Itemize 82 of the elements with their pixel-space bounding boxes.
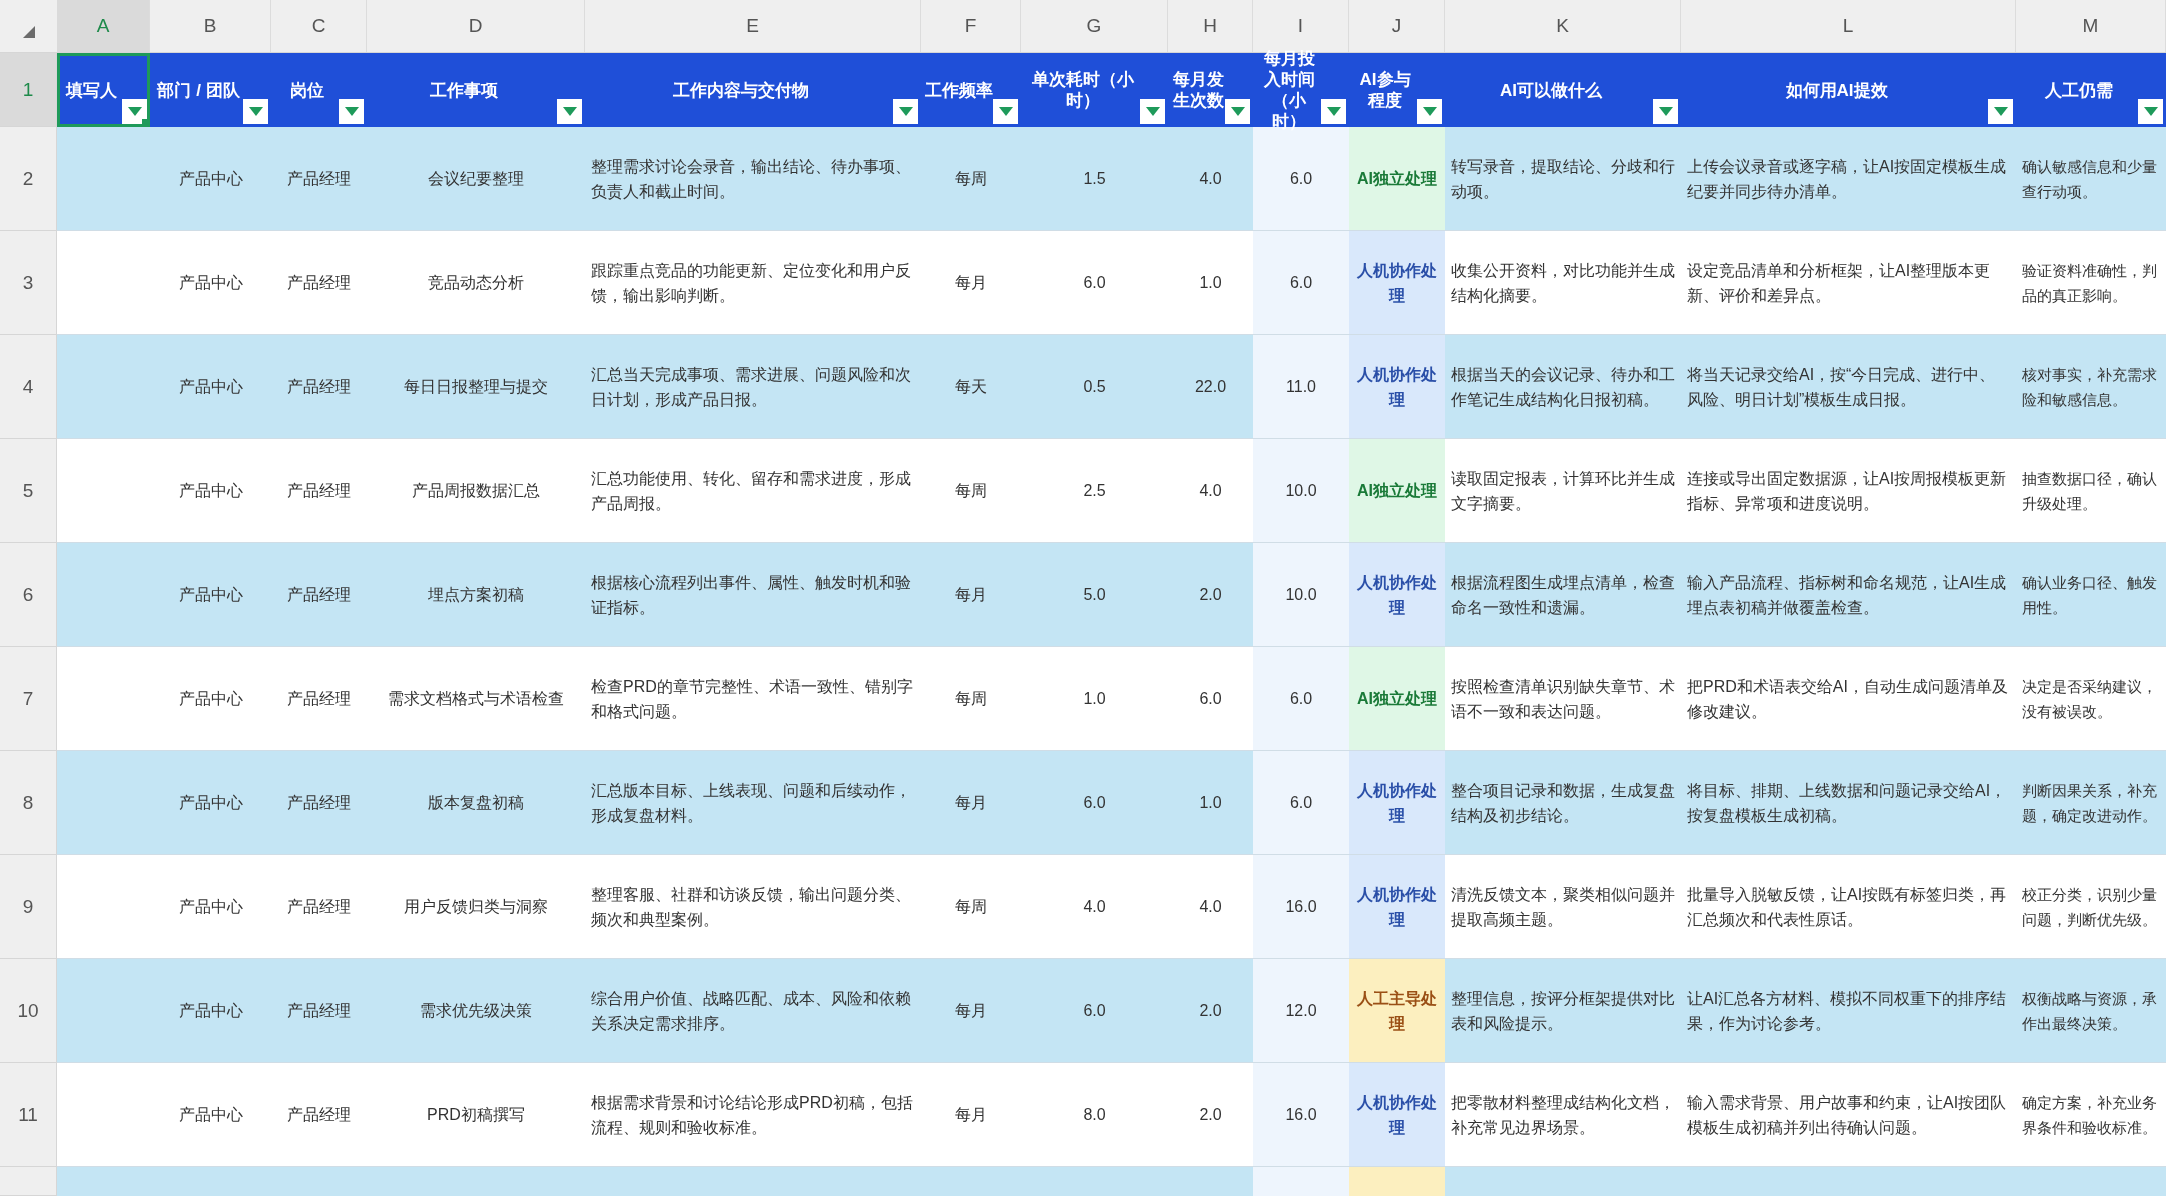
table-cell: 11.0 — [1253, 335, 1349, 439]
column-letter[interactable]: B — [150, 0, 271, 52]
select-all-icon[interactable] — [22, 26, 35, 38]
caret-icon — [1230, 107, 1245, 116]
table-cell: 人机协作处理 — [1349, 1063, 1445, 1167]
caret-icon — [344, 107, 359, 116]
row-number[interactable]: 8 — [0, 751, 57, 855]
column-letter[interactable]: J — [1349, 0, 1445, 52]
row-number[interactable]: 9 — [0, 855, 57, 959]
table-cell: 10.0 — [1253, 543, 1349, 647]
table-cell: 人机协作处理 — [1349, 855, 1445, 959]
caret-icon — [562, 107, 577, 116]
column-title: 工作频率 — [925, 79, 993, 101]
column-title: 岗位 — [290, 79, 324, 101]
filter-button[interactable] — [243, 99, 268, 124]
table-cell: AI独立处理 — [1349, 127, 1445, 231]
table-cell: 人工主导处理 — [1349, 959, 1445, 1063]
column-title: 每月发生次数 — [1172, 69, 1225, 111]
column-title: 填写人 — [66, 79, 117, 101]
row-number[interactable]: 3 — [0, 231, 57, 335]
row-number[interactable]: 10 — [0, 959, 57, 1063]
row-number[interactable]: 6 — [0, 543, 57, 647]
column-letter[interactable]: G — [1021, 0, 1168, 52]
caret-icon — [898, 107, 913, 116]
filter-button[interactable] — [2138, 99, 2163, 124]
column-letter[interactable]: D — [367, 0, 585, 52]
table-cell: 16.0 — [1253, 855, 1349, 959]
column-title: AI参与程度 — [1358, 69, 1412, 111]
row-number[interactable]: 7 — [0, 647, 57, 751]
fill-handle[interactable] — [142, 119, 150, 127]
column-letter[interactable]: K — [1445, 0, 1681, 52]
column-letter[interactable]: C — [271, 0, 367, 52]
filter-button[interactable] — [122, 99, 147, 124]
filter-button[interactable] — [1140, 99, 1165, 124]
filter-button[interactable] — [1225, 99, 1250, 124]
column-title: 人工仍需 — [2045, 79, 2113, 101]
column-title: 单次耗时（小时） — [1030, 69, 1135, 111]
filter-button[interactable] — [1988, 99, 2013, 124]
caret-icon — [1993, 107, 2008, 116]
caret-icon — [998, 107, 1013, 116]
column-title: 如何用AI提效 — [1785, 79, 1888, 101]
table-cell: 16.0 — [1253, 1063, 1349, 1167]
table-cell: 12.0 — [1253, 959, 1349, 1063]
column-title: 工作事项 — [430, 79, 498, 101]
table-cell: 人机协作处理 — [1349, 751, 1445, 855]
column-letter[interactable]: M — [2016, 0, 2166, 52]
filter-button[interactable] — [1653, 99, 1678, 124]
table-cell: 人机协作处理 — [1349, 335, 1445, 439]
column-letter[interactable]: L — [1681, 0, 2016, 52]
row-number[interactable]: 11 — [0, 1063, 57, 1167]
filter-button[interactable] — [1321, 99, 1346, 124]
row-number[interactable]: 4 — [0, 335, 57, 439]
column-letter[interactable]: F — [921, 0, 1021, 52]
caret-icon — [1145, 107, 1160, 116]
row-number[interactable]: 2 — [0, 127, 57, 231]
table-cell: AI独立处理 — [1349, 647, 1445, 751]
table-cell: AI独立处理 — [1349, 439, 1445, 543]
filter-button[interactable] — [993, 99, 1018, 124]
table-cell: 6.0 — [1253, 231, 1349, 335]
caret-icon — [1326, 107, 1341, 116]
row-number[interactable]: 5 — [0, 439, 57, 543]
filter-button[interactable] — [557, 99, 582, 124]
column-letter[interactable]: H — [1168, 0, 1253, 52]
filter-button[interactable] — [1417, 99, 1442, 124]
caret-icon — [1422, 107, 1437, 116]
column-title: 部门 / 团队 — [157, 79, 240, 101]
filter-button[interactable] — [339, 99, 364, 124]
caret-icon — [127, 107, 142, 116]
column-title: AI可以做什么 — [1500, 79, 1602, 101]
table-cell: 10.0 — [1253, 439, 1349, 543]
filter-button[interactable] — [893, 99, 918, 124]
table-cell: 6.0 — [1253, 127, 1349, 231]
column-title: 工作内容与交付物 — [673, 79, 809, 101]
table-cell: 人机协作处理 — [1349, 543, 1445, 647]
caret-icon — [248, 107, 263, 116]
caret-icon — [2143, 107, 2158, 116]
table-cell: 6.0 — [1253, 647, 1349, 751]
table-cell: 人机协作处理 — [1349, 231, 1445, 335]
caret-icon — [1658, 107, 1673, 116]
column-letter[interactable]: E — [585, 0, 921, 52]
table-cell: 6.0 — [1253, 751, 1349, 855]
column-letter[interactable]: I — [1253, 0, 1349, 52]
